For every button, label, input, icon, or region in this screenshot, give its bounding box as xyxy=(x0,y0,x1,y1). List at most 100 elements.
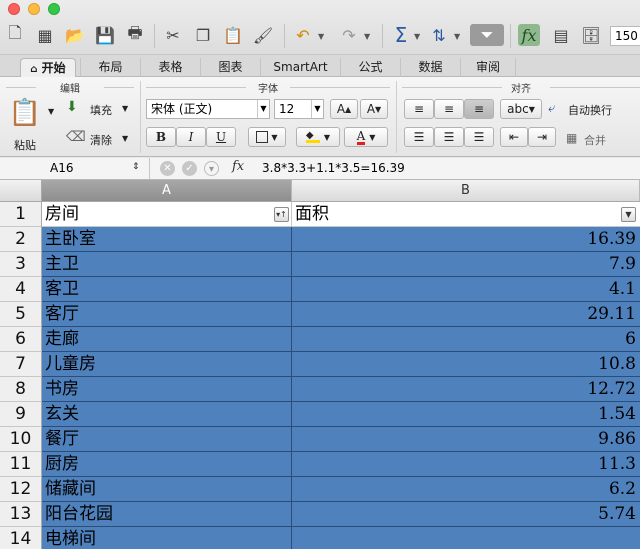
paste-big-icon[interactable]: 📋 xyxy=(9,95,41,131)
cell-area[interactable]: 16.39 xyxy=(292,227,640,252)
tab-tables[interactable]: 表格 xyxy=(140,58,200,77)
tab-formulas[interactable]: 公式 xyxy=(340,58,400,77)
cell-room[interactable]: 客卫 xyxy=(42,277,292,302)
font-size-select[interactable]: 12 ▼ xyxy=(274,99,324,119)
column-header-a[interactable]: A xyxy=(42,180,292,202)
align-middle-button[interactable]: ≡ xyxy=(434,99,464,119)
cell-room[interactable]: 主卫 xyxy=(42,252,292,277)
row-header[interactable]: 9 xyxy=(0,402,42,427)
cell-b1[interactable]: 面积 xyxy=(292,202,640,227)
align-right-button[interactable]: ☰ xyxy=(464,127,494,147)
paste-icon[interactable]: 📋 xyxy=(222,24,244,46)
fx-icon[interactable]: fx xyxy=(232,159,244,174)
row-header[interactable]: 2 xyxy=(0,227,42,252)
cell-room[interactable]: 客厅 xyxy=(42,302,292,327)
cell-room[interactable]: 储藏间 xyxy=(42,477,292,502)
copy-icon[interactable]: ❐ xyxy=(192,24,214,46)
undo-icon[interactable]: ↶ xyxy=(292,24,314,46)
shrink-font-button[interactable]: A ▼ xyxy=(360,99,388,119)
cell-room[interactable]: 餐厅 xyxy=(42,427,292,452)
font-color-button[interactable]: A ▼ xyxy=(344,127,388,147)
name-box[interactable]: A16 xyxy=(0,158,150,179)
tab-data[interactable]: 数据 xyxy=(400,58,460,77)
text-orientation-button[interactable]: abc ▼ xyxy=(500,99,542,119)
row-header[interactable]: 7 xyxy=(0,352,42,377)
align-left-button[interactable]: ☰ xyxy=(404,127,434,147)
paste-caret-icon[interactable]: ▼ xyxy=(48,107,54,116)
tab-layout[interactable]: 布局 xyxy=(80,58,140,77)
row-header[interactable]: 4 xyxy=(0,277,42,302)
decrease-indent-button[interactable]: ⇤ xyxy=(500,127,528,147)
cell-area[interactable]: 1.54 xyxy=(292,402,640,427)
cell-area[interactable]: 29.11 xyxy=(292,302,640,327)
print-icon[interactable]: 🖶 xyxy=(124,23,146,46)
row-header[interactable]: 8 xyxy=(0,377,42,402)
row-header[interactable]: 3 xyxy=(0,252,42,277)
fill-label[interactable]: 填充 xyxy=(90,102,112,118)
cut-icon[interactable]: ✂ xyxy=(162,24,184,46)
row-header[interactable]: 12 xyxy=(0,477,42,502)
filter-dropdown-icon[interactable]: ▼ xyxy=(621,207,636,222)
cell-area[interactable] xyxy=(292,527,640,549)
redo-caret-icon[interactable]: ▼ xyxy=(364,32,370,41)
name-box-stepper-icon[interactable]: ⇕ xyxy=(132,162,140,172)
tab-smartart[interactable]: SmartArt xyxy=(260,58,340,77)
eraser-icon[interactable]: ⌫ xyxy=(66,129,86,145)
row-header[interactable]: 6 xyxy=(0,327,42,352)
borders-button[interactable]: ▼ xyxy=(248,127,286,147)
wrap-text-icon[interactable]: ⤶ xyxy=(548,101,555,116)
align-top-button[interactable]: ≡ xyxy=(404,99,434,119)
tab-home[interactable]: ⌂ 开始 xyxy=(20,58,76,77)
close-window-button[interactable] xyxy=(8,3,20,15)
cell-area[interactable]: 5.74 xyxy=(292,502,640,527)
cancel-icon[interactable]: ✕ xyxy=(160,161,175,176)
menu-icon[interactable]: ▾ xyxy=(204,161,219,176)
filter-icon[interactable]: ⏷ xyxy=(470,24,504,46)
cell-area[interactable]: 6.2 xyxy=(292,477,640,502)
new-icon[interactable]: 🗋 xyxy=(4,23,26,46)
fill-color-button[interactable]: ◆ ▼ xyxy=(296,127,340,147)
cell-room[interactable]: 主卧室 xyxy=(42,227,292,252)
cell-room[interactable]: 书房 xyxy=(42,377,292,402)
row-header[interactable]: 13 xyxy=(0,502,42,527)
cell-area[interactable]: 11.3 xyxy=(292,452,640,477)
cell-area[interactable]: 7.9 xyxy=(292,252,640,277)
wrap-text-label[interactable]: 自动换行 xyxy=(568,102,612,118)
show-hide-icon[interactable]: ▤ xyxy=(550,24,572,46)
bold-button[interactable]: B xyxy=(146,127,176,147)
tab-charts[interactable]: 图表 xyxy=(200,58,260,77)
merge-label[interactable]: 合并 xyxy=(584,132,606,148)
sort-icon[interactable]: ⇅ xyxy=(428,24,450,46)
autosum-caret-icon[interactable]: ▼ xyxy=(414,32,420,41)
align-bottom-button[interactable]: ≡ xyxy=(464,99,494,119)
row-header[interactable]: 11 xyxy=(0,452,42,477)
row-header[interactable]: 1 xyxy=(0,202,42,227)
fill-icon[interactable]: ⬇ xyxy=(66,99,78,115)
sort-caret-icon[interactable]: ▼ xyxy=(454,32,460,41)
open-icon[interactable]: 📂 xyxy=(64,24,86,46)
cell-room[interactable]: 厨房 xyxy=(42,452,292,477)
gallery-icon[interactable]: ▦ xyxy=(34,24,56,46)
row-header[interactable]: 10 xyxy=(0,427,42,452)
sort-filter-icon[interactable]: ▾↑ xyxy=(274,207,289,222)
redo-icon[interactable]: ↷ xyxy=(338,24,360,46)
toolbox-icon[interactable]: 🗄 xyxy=(580,24,602,46)
column-header-b[interactable]: B xyxy=(292,180,640,202)
clear-label[interactable]: 清除 xyxy=(90,132,112,148)
merge-icon[interactable]: ▦ xyxy=(566,131,577,145)
tab-review[interactable]: 审阅 xyxy=(460,58,516,77)
fill-caret-icon[interactable]: ▼ xyxy=(122,104,128,113)
cell-room[interactable]: 玄关 xyxy=(42,402,292,427)
select-all-corner[interactable] xyxy=(0,180,42,202)
cell-area[interactable]: 4.1 xyxy=(292,277,640,302)
row-header[interactable]: 14 xyxy=(0,527,42,549)
cell-area[interactable]: 10.8 xyxy=(292,352,640,377)
cell-area[interactable]: 9.86 xyxy=(292,427,640,452)
cell-area[interactable]: 12.72 xyxy=(292,377,640,402)
italic-button[interactable]: I xyxy=(176,127,206,147)
cell-a1[interactable]: 房间 xyxy=(42,202,292,227)
align-center-button[interactable]: ☰ xyxy=(434,127,464,147)
increase-indent-button[interactable]: ⇥ xyxy=(528,127,556,147)
underline-button[interactable]: U xyxy=(206,127,236,147)
minimize-window-button[interactable] xyxy=(28,3,40,15)
